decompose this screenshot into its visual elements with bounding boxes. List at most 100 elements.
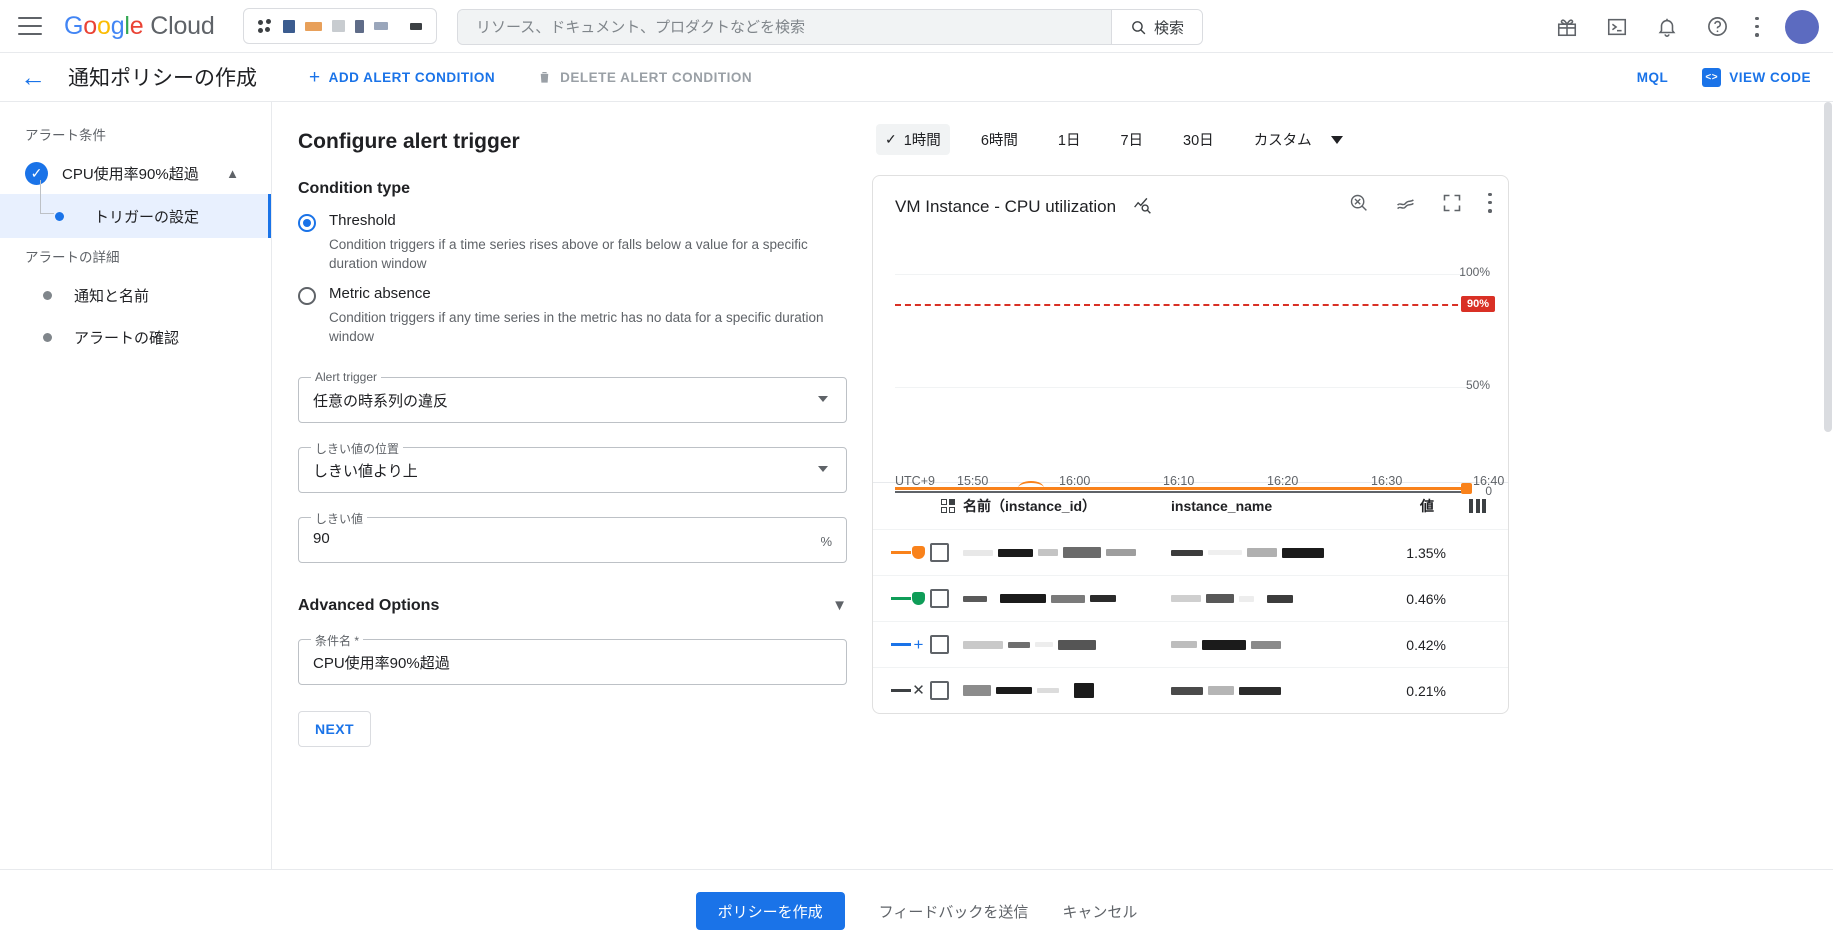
google-cloud-logo[interactable]: Google Cloud [64,12,215,41]
delete-alert-condition-button[interactable]: DELETE ALERT CONDITION [537,69,752,85]
project-name-redacted-3 [331,20,345,32]
logo-letter-e: e [129,11,144,40]
chevron-down-icon[interactable] [818,395,828,402]
threshold-position-select[interactable]: しきい値の位置 しきい値より上 [298,439,847,493]
threshold-value-input[interactable]: しきい値 90 % [298,509,847,563]
chart-preview-panel: ✓ 1時間 6時間 1日 7日 30日 カスタム VM Instance - C… [872,102,1833,869]
gift-icon[interactable] [1555,15,1579,39]
time-range-1d[interactable]: 1日 [1049,124,1090,155]
time-range-dropdown-icon[interactable] [1330,135,1343,144]
chevron-down-icon[interactable]: ▼ [832,597,847,614]
chart-card: VM Instance - CPU utilization 100% 90% 5… [872,175,1509,714]
column-layout-icon[interactable] [941,499,955,513]
view-code-button[interactable]: <> VIEW CODE [1702,67,1811,87]
scrollbar-thumb[interactable] [1824,102,1832,432]
y-axis-label-50: 50% [1465,378,1490,392]
mql-button[interactable]: MQL [1637,70,1669,85]
logo-letter-o2: o [96,11,111,40]
threshold-badge: 90% [1460,296,1495,312]
time-range-selector: ✓ 1時間 6時間 1日 7日 30日 カスタム [876,124,1833,155]
series-value: 0.21% [1406,682,1446,699]
instance-id-redacted [963,639,1096,650]
radio-threshold-icon[interactable] [298,214,316,232]
series-value: 0.46% [1406,590,1446,607]
chevron-down-icon[interactable] [818,465,828,472]
more-options-icon[interactable] [1755,16,1759,37]
instance-name-redacted [1171,686,1281,695]
back-arrow-icon[interactable]: ← [20,64,46,90]
alert-trigger-label: Alert trigger [311,369,382,384]
time-range-1h[interactable]: ✓ 1時間 [876,124,950,155]
sidebar-item-cpu-condition-label: CPU使用率90%超過 [62,165,199,183]
add-alert-condition-button[interactable]: + ADD ALERT CONDITION [309,68,495,87]
time-range-30d[interactable]: 30日 [1174,124,1223,155]
sidebar-item-notification-name[interactable]: 通知と名前 [0,274,271,316]
table-row[interactable]: + 0.42% [873,621,1508,667]
bullet-icon [43,332,52,342]
chart-inspect-icon[interactable] [1132,194,1153,220]
instance-name-redacted [1171,547,1324,558]
chevron-up-icon[interactable]: ▲ [226,166,239,181]
chart-title: VM Instance - CPU utilization [895,197,1117,216]
next-button[interactable]: NEXT [298,710,371,747]
row-checkbox[interactable] [930,543,949,562]
project-name-redacted [282,19,295,33]
project-selector[interactable] [242,8,437,44]
row-checkbox[interactable] [930,681,949,700]
table-row[interactable]: 0.46% [873,575,1508,621]
time-range-6h[interactable]: 6時間 [972,124,1027,155]
chart-style-icon[interactable] [1395,192,1416,213]
radio-threshold-desc: Condition triggers if a time series rise… [329,236,808,272]
advanced-options-toggle[interactable]: Advanced Options ▼ [298,597,847,615]
notifications-icon[interactable] [1655,15,1679,39]
row-checkbox[interactable] [930,589,949,608]
help-icon[interactable] [1705,15,1729,39]
table-row[interactable]: ✕ 0.21% [873,667,1508,713]
menu-icon[interactable] [18,17,42,35]
configure-alert-trigger-form: Configure alert trigger Condition type T… [272,102,872,869]
series-legend-marker: + [891,635,925,654]
page-scrollbar[interactable] [1822,102,1833,869]
condition-name-input[interactable]: 条件名 * CPU使用率90%超過 [298,631,847,685]
plus-marker-icon: + [913,635,924,654]
create-policy-button[interactable]: ポリシーを作成 [695,892,845,930]
instance-id-redacted [963,594,1116,603]
project-icon [257,18,273,34]
time-range-7d[interactable]: 7日 [1111,124,1152,155]
chart-more-options-icon[interactable] [1488,192,1492,213]
columns-toggle-icon[interactable] [1469,499,1486,513]
chart-plot-area: 100% 90% 50% 0 UTC+9 15:50 16:00 16:10 1… [873,232,1508,498]
alert-trigger-select[interactable]: Alert trigger 任意の時系列の違反 [298,369,847,423]
radio-option-threshold[interactable]: Threshold Condition triggers if a time s… [298,212,872,274]
page-toolbar: ← 通知ポリシーの作成 + ADD ALERT CONDITION DELETE… [0,53,1833,102]
view-code-label: VIEW CODE [1729,69,1811,85]
send-feedback-button[interactable]: フィードバックを送信 [879,901,1029,922]
threshold-unit: % [820,533,832,549]
code-icon: <> [1702,67,1722,87]
avatar[interactable] [1785,9,1819,44]
gridline-100 [895,274,1468,275]
cloud-shell-icon[interactable] [1605,15,1629,39]
row-checkbox[interactable] [930,635,949,654]
fullscreen-icon[interactable] [1442,193,1462,213]
time-range-custom[interactable]: カスタム [1245,124,1321,155]
bottom-action-bar: ポリシーを作成 フィードバックを送信 キャンセル [0,869,1833,952]
form-title: Configure alert trigger [298,130,520,153]
time-range-1h-label: 1時間 [903,133,941,149]
table-row[interactable]: 1.35% [873,529,1508,575]
search-bar[interactable]: 検索 [457,9,1203,45]
sidebar-item-trigger-settings[interactable]: トリガーの設定 [0,180,271,238]
radio-option-metric-absence[interactable]: Metric absence Condition triggers if any… [298,285,872,347]
sidebar-item-alert-review[interactable]: アラートの確認 [0,316,271,358]
table-header-name: 名前（instance_id） [963,498,1097,514]
search-button[interactable]: 検索 [1110,10,1202,44]
cancel-button[interactable]: キャンセル [1062,901,1137,922]
project-name-redacted-2 [304,21,322,31]
zoom-reset-icon[interactable] [1348,192,1369,213]
radio-threshold-label: Threshold [329,212,396,229]
project-name-redacted-5 [373,22,388,30]
radio-metric-absence-icon[interactable] [298,286,316,305]
search-input[interactable] [458,10,1111,44]
table-header-row: 名前（instance_id） instance_name 値 [873,483,1508,529]
alert-trigger-value: 任意の時系列の違反 [313,392,449,410]
